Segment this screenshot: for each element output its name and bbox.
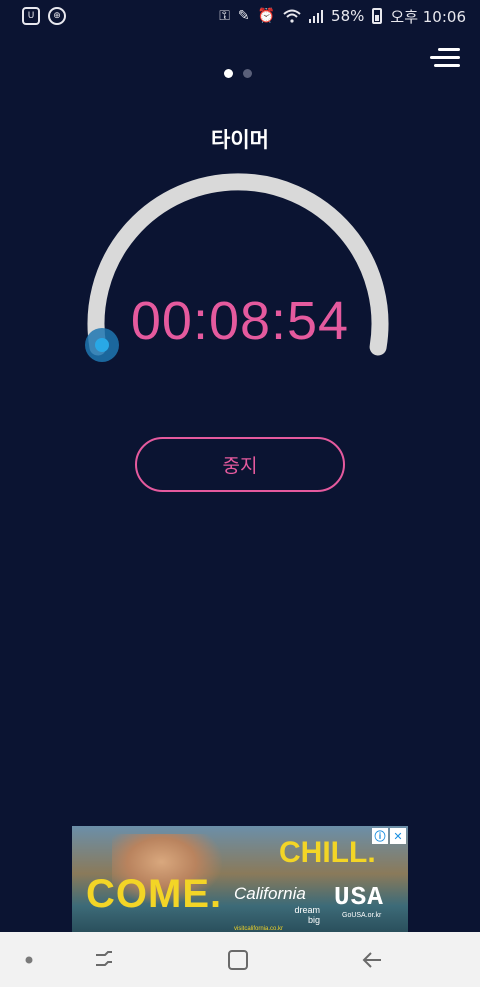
back-icon[interactable] [352, 932, 392, 987]
stop-button[interactable]: 중지 [135, 437, 345, 492]
ad-banner[interactable]: CHILL. COME. California dream big visitc… [72, 826, 408, 932]
timer-display: 00:08:54 [130, 291, 350, 351]
home-icon[interactable] [218, 932, 258, 987]
ad-partner: USA [334, 882, 384, 912]
ad-controls: ⓘ ✕ [372, 828, 406, 844]
ad-headline-right: CHILL. [279, 836, 376, 869]
ad-info-icon[interactable]: ⓘ [372, 828, 388, 844]
navigation-bar [0, 932, 480, 987]
ad-tagline-2: big [307, 915, 320, 925]
recent-apps-icon[interactable] [84, 932, 124, 987]
dot-icon[interactable] [14, 932, 44, 987]
timer-dial [85, 173, 389, 362]
ad-tagline-1: dream [294, 905, 320, 915]
ad-headline-left: COME. [86, 872, 223, 916]
ad-brand-block: California dream big visitcalifornia.co.… [234, 884, 320, 932]
ad-brand: California [234, 884, 306, 903]
ad-close-icon[interactable]: ✕ [390, 828, 406, 844]
ad-partner-url: GoUSA.or.kr [342, 912, 382, 919]
